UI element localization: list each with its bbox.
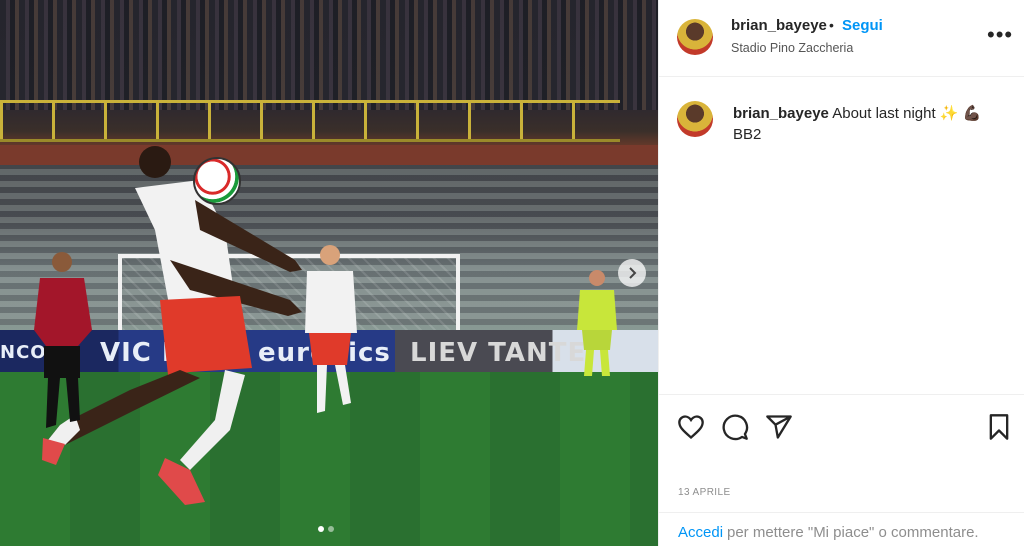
separator-dot: • bbox=[829, 17, 834, 33]
post-image[interactable]: NCO VIC NO eurenics LIEV TANTE bbox=[0, 0, 658, 546]
chevron-right-icon bbox=[629, 267, 637, 279]
caption-username[interactable]: brian_bayeye bbox=[733, 105, 829, 122]
crowd-background bbox=[0, 0, 658, 110]
follow-button[interactable]: Segui bbox=[842, 17, 883, 34]
football bbox=[193, 157, 241, 205]
action-bar: 13 APRILE bbox=[659, 394, 1024, 506]
login-prompt: Accedi per mettere "Mi piace" o commenta… bbox=[659, 512, 1024, 546]
caption-text: About last night ✨ 💪🏿 bbox=[832, 105, 982, 122]
carousel-next-button[interactable] bbox=[618, 259, 646, 287]
post-sidebar: brian_bayeye • Segui Stadio Pino Zaccher… bbox=[658, 0, 1024, 546]
caption-line-2: BB2 bbox=[733, 126, 762, 143]
opponent-player bbox=[34, 252, 92, 428]
comment-icon[interactable] bbox=[721, 413, 749, 441]
ad-text-4: LIEV TANTE bbox=[410, 338, 587, 368]
location-link[interactable]: Stadio Pino Zaccheria bbox=[731, 41, 853, 55]
carousel-dot bbox=[328, 526, 334, 532]
teammate-player bbox=[305, 245, 357, 413]
post-caption: brian_bayeye About last night ✨ 💪🏿 BB2 bbox=[733, 103, 1003, 145]
heart-icon[interactable] bbox=[677, 413, 705, 441]
more-options-icon[interactable]: ••• bbox=[987, 22, 1013, 48]
login-link[interactable]: Accedi bbox=[678, 524, 723, 541]
post-header: brian_bayeye • Segui Stadio Pino Zaccher… bbox=[659, 0, 1024, 77]
bookmark-icon[interactable] bbox=[985, 413, 1013, 441]
post-date[interactable]: 13 APRILE bbox=[678, 487, 731, 498]
login-prompt-text: per mettere "Mi piace" o commentare. bbox=[727, 524, 979, 541]
share-icon[interactable] bbox=[765, 413, 793, 441]
avatar[interactable] bbox=[677, 19, 713, 55]
carousel-dots bbox=[318, 526, 334, 532]
username-link[interactable]: brian_bayeye bbox=[731, 17, 827, 34]
stadium-railing bbox=[0, 100, 620, 142]
carousel-dot-active bbox=[318, 526, 324, 532]
goalkeeper-player bbox=[577, 270, 617, 376]
caption-avatar[interactable] bbox=[677, 101, 713, 137]
